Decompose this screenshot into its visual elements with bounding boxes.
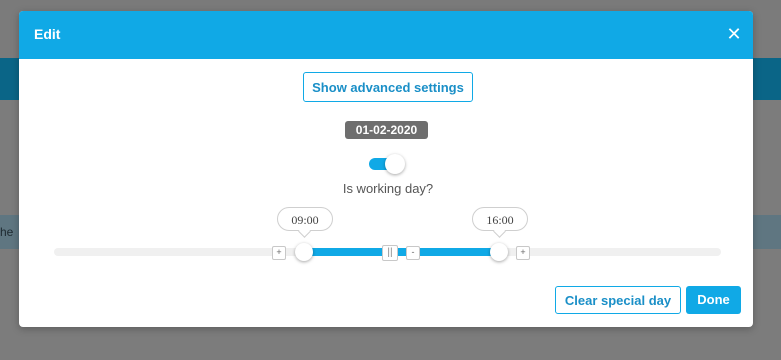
start-time-plus-button[interactable]: +: [272, 246, 286, 260]
done-button[interactable]: Done: [686, 286, 741, 314]
background-topbar: [0, 0, 781, 10]
close-icon[interactable]: ✕: [723, 23, 745, 45]
show-advanced-settings-button[interactable]: Show advanced settings: [303, 72, 473, 102]
start-time-handle[interactable]: [295, 243, 313, 261]
start-time-tooltip: 09:00: [277, 207, 333, 231]
clear-special-day-button[interactable]: Clear special day: [555, 286, 681, 314]
working-day-toggle[interactable]: [369, 154, 405, 174]
working-day-label: Is working day?: [342, 181, 434, 196]
toggle-knob: [385, 154, 405, 174]
dialog-title: Edit: [34, 26, 61, 42]
end-time-plus-button[interactable]: +: [516, 246, 530, 260]
background-row-text: he: [0, 225, 14, 239]
edit-dialog: Edit ✕ Show advanced settings 01-02-2020…: [19, 11, 753, 327]
end-time-handle[interactable]: [490, 243, 508, 261]
end-time-tooltip: 16:00: [472, 207, 528, 231]
time-slider-selected-range[interactable]: [304, 248, 499, 256]
range-drag-icon[interactable]: ||: [382, 245, 398, 261]
range-minus-button[interactable]: -: [406, 246, 420, 260]
dialog-header: Edit ✕: [19, 11, 753, 59]
date-badge: 01-02-2020: [345, 121, 428, 139]
